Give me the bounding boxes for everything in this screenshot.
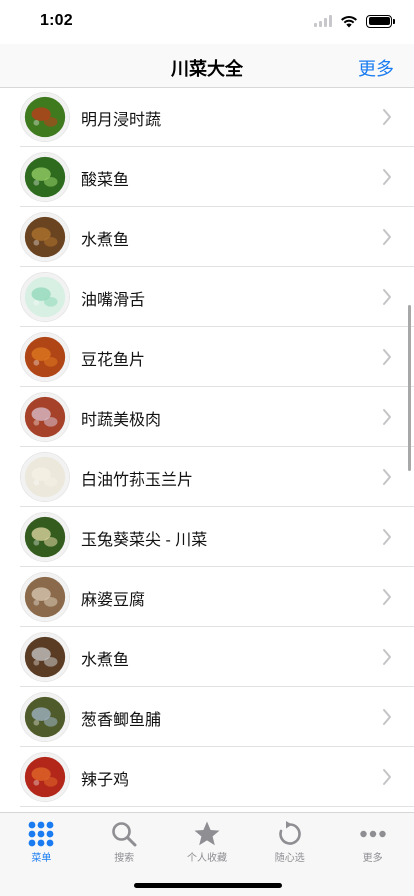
- page-title: 川菜大全: [171, 59, 243, 79]
- dish-list[interactable]: 明月浸时蔬 酸菜鱼 水煮鱼 油嘴滑舌 豆花鱼片 时蔬美极肉 白油竹荪玉兰片 玉兔葵菜尖 - 川…: [0, 89, 414, 812]
- chevron-right-icon: [383, 229, 391, 245]
- dish-thumbnail: [20, 572, 70, 622]
- dish-thumbnail: [20, 452, 70, 502]
- dish-name: 明月浸时蔬: [81, 112, 162, 129]
- navigation-bar: 川菜大全 更多: [0, 44, 414, 88]
- tab-label: 搜索: [114, 853, 135, 864]
- dish-row[interactable]: 麻婆豆腐: [0, 567, 414, 627]
- chevron-right-icon: [383, 349, 391, 365]
- dish-row[interactable]: 豆花鱼片: [0, 327, 414, 387]
- dish-name: 麻婆豆腐: [81, 592, 146, 609]
- chevron-right-icon: [383, 649, 391, 665]
- dish-name: 白油竹荪玉兰片: [81, 472, 194, 489]
- status-icons: [314, 14, 395, 28]
- tab-menu[interactable]: 菜单: [0, 813, 83, 864]
- dish-row[interactable]: 明月浸时蔬: [0, 89, 414, 147]
- dish-name: 豆花鱼片: [81, 352, 146, 369]
- star-icon: [194, 821, 220, 846]
- dish-row[interactable]: 水煮鱼: [0, 627, 414, 687]
- status-time: 1:02: [40, 12, 73, 29]
- dish-thumbnail: [20, 272, 70, 322]
- dish-thumbnail: [20, 512, 70, 562]
- dish-row[interactable]: 白油竹荪玉兰片: [0, 447, 414, 507]
- chevron-right-icon: [383, 589, 391, 605]
- row-separator: [20, 806, 414, 807]
- more-button[interactable]: 更多: [358, 55, 394, 81]
- chevron-right-icon: [383, 409, 391, 425]
- dish-row[interactable]: 玉兔葵菜尖 - 川菜: [0, 507, 414, 567]
- battery-icon: [366, 14, 395, 28]
- tab-more[interactable]: 更多: [331, 813, 414, 864]
- dish-thumbnail: [20, 92, 70, 142]
- dish-row[interactable]: 辣子鸡: [0, 747, 414, 807]
- chevron-right-icon: [383, 289, 391, 305]
- search-icon: [112, 822, 137, 847]
- chevron-right-icon: [383, 529, 391, 545]
- dish-row[interactable]: 葱香鲫鱼脯: [0, 687, 414, 747]
- dish-row[interactable]: 酸菜鱼: [0, 147, 414, 207]
- tab-search[interactable]: 搜索: [83, 813, 166, 864]
- dish-thumbnail: [20, 752, 70, 802]
- chevron-right-icon: [383, 109, 391, 125]
- dish-name: 酸菜鱼: [81, 172, 130, 189]
- grid-dots-icon: [28, 821, 54, 847]
- tab-bar: 菜单 搜索 个人收藏 随心选 更多: [0, 812, 414, 896]
- wifi-icon: [341, 16, 357, 28]
- refresh-icon: [279, 821, 301, 845]
- dish-thumbnail: [20, 632, 70, 682]
- tab-label: 个人收藏: [186, 853, 227, 864]
- dish-thumbnail: [20, 332, 70, 382]
- chevron-right-icon: [383, 769, 391, 785]
- home-indicator[interactable]: [134, 883, 282, 888]
- dish-name: 水煮鱼: [81, 652, 130, 669]
- dish-row[interactable]: 水煮鱼: [0, 207, 414, 267]
- dish-row[interactable]: 时蔬美极肉: [0, 387, 414, 447]
- scrollbar[interactable]: [408, 305, 411, 471]
- tab-label: 菜单: [31, 853, 52, 864]
- chevron-right-icon: [383, 709, 391, 725]
- dish-name: 玉兔葵菜尖 - 川菜: [81, 532, 208, 549]
- cellular-signal-icon: [314, 15, 332, 27]
- tab-random[interactable]: 随心选: [248, 813, 331, 864]
- status-bar: 1:02: [0, 0, 414, 44]
- dish-thumbnail: [20, 212, 70, 262]
- dish-name: 油嘴滑舌: [81, 292, 146, 309]
- chevron-right-icon: [383, 169, 391, 185]
- dish-name: 葱香鲫鱼脯: [81, 712, 162, 729]
- tab-favorites[interactable]: 个人收藏: [166, 813, 249, 864]
- dish-name: 辣子鸡: [81, 772, 130, 789]
- dish-row[interactable]: 油嘴滑舌: [0, 267, 414, 327]
- more-dots-icon: [359, 830, 386, 838]
- dish-name: 水煮鱼: [81, 232, 130, 249]
- dish-name: 时蔬美极肉: [81, 412, 162, 429]
- dish-thumbnail: [20, 692, 70, 742]
- chevron-right-icon: [383, 469, 391, 485]
- tab-label: 随心选: [274, 853, 305, 864]
- dish-thumbnail: [20, 152, 70, 202]
- dish-thumbnail: [20, 392, 70, 442]
- tab-label: 更多: [362, 853, 383, 864]
